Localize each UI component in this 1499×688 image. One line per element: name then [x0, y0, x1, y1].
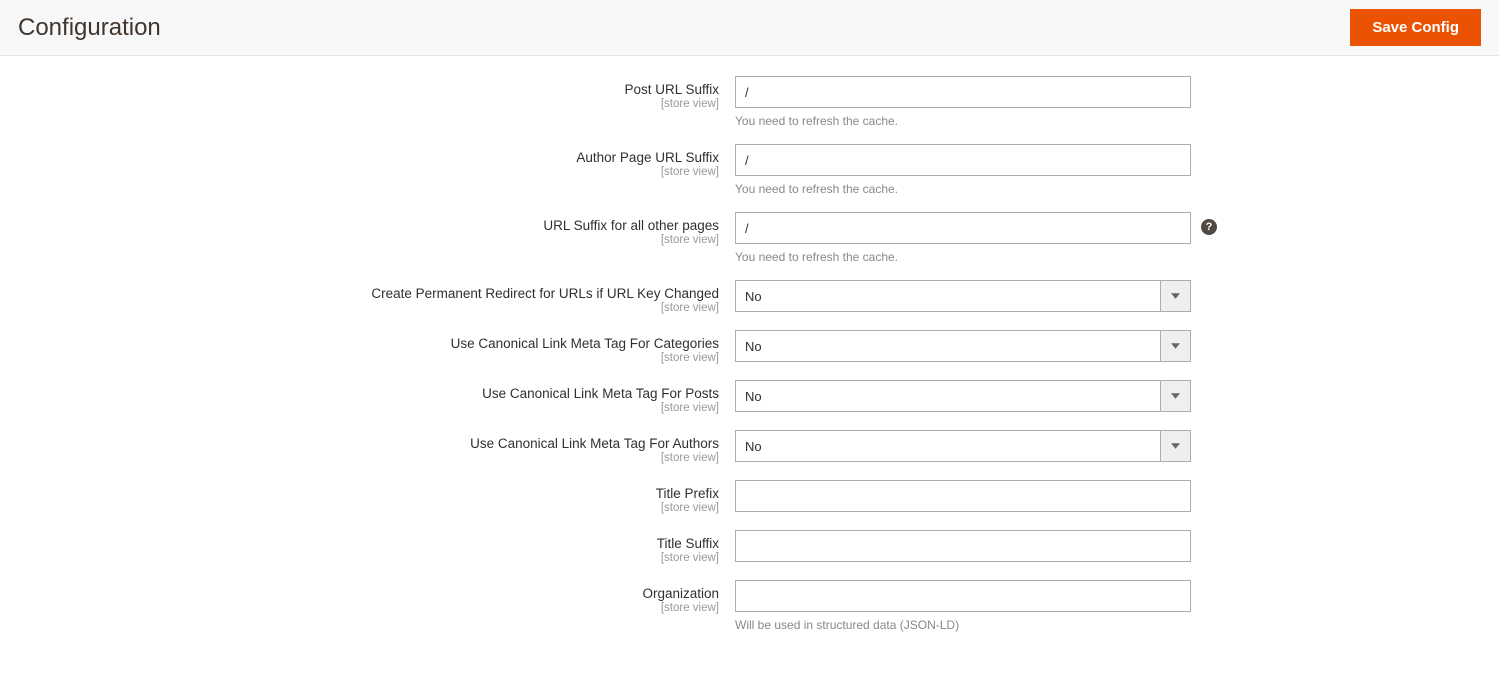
label-col: Use Canonical Link Meta Tag For Authors … — [0, 430, 735, 464]
permanent-redirect-select[interactable]: No — [735, 280, 1191, 312]
page-header: Configuration Save Config — [0, 0, 1499, 56]
field-note: You need to refresh the cache. — [735, 182, 1191, 196]
label-col: Title Prefix [store view] — [0, 480, 735, 514]
select-value: No — [736, 289, 1160, 304]
scope-label: [store view] — [0, 552, 719, 564]
field-label: Organization — [0, 586, 719, 601]
input-col: Will be used in structured data (JSON-LD… — [735, 580, 1191, 632]
field-label: Post URL Suffix — [0, 82, 719, 97]
field-label: Use Canonical Link Meta Tag For Posts — [0, 386, 719, 401]
field-author-page-url-suffix: Author Page URL Suffix [store view] You … — [0, 144, 1499, 196]
input-col: You need to refresh the cache. — [735, 212, 1191, 264]
field-post-url-suffix: Post URL Suffix [store view] You need to… — [0, 76, 1499, 128]
scope-label: [store view] — [0, 602, 719, 614]
input-col: You need to refresh the cache. — [735, 76, 1191, 128]
select-value: No — [736, 389, 1160, 404]
input-col: No — [735, 380, 1191, 412]
save-config-button[interactable]: Save Config — [1350, 9, 1481, 46]
label-col: Use Canonical Link Meta Tag For Posts [s… — [0, 380, 735, 414]
field-label: Author Page URL Suffix — [0, 150, 719, 165]
input-col — [735, 530, 1191, 562]
label-col: Create Permanent Redirect for URLs if UR… — [0, 280, 735, 314]
title-prefix-input[interactable] — [735, 480, 1191, 512]
canonical-posts-select[interactable]: No — [735, 380, 1191, 412]
config-form: Post URL Suffix [store view] You need to… — [0, 56, 1499, 688]
scope-label: [store view] — [0, 502, 719, 514]
field-title-suffix: Title Suffix [store view] — [0, 530, 1499, 564]
input-col — [735, 480, 1191, 512]
scope-label: [store view] — [0, 402, 719, 414]
field-canonical-posts: Use Canonical Link Meta Tag For Posts [s… — [0, 380, 1499, 414]
field-permanent-redirect: Create Permanent Redirect for URLs if UR… — [0, 280, 1499, 314]
field-note: You need to refresh the cache. — [735, 114, 1191, 128]
field-note: You need to refresh the cache. — [735, 250, 1191, 264]
field-note: Will be used in structured data (JSON-LD… — [735, 618, 1191, 632]
field-label: Use Canonical Link Meta Tag For Categori… — [0, 336, 719, 351]
input-col: You need to refresh the cache. — [735, 144, 1191, 196]
field-label: Create Permanent Redirect for URLs if UR… — [0, 286, 719, 301]
page-title: Configuration — [18, 14, 161, 42]
author-page-url-suffix-input[interactable] — [735, 144, 1191, 176]
chevron-down-icon — [1160, 381, 1190, 411]
canonical-categories-select[interactable]: No — [735, 330, 1191, 362]
post-url-suffix-input[interactable] — [735, 76, 1191, 108]
url-suffix-other-input[interactable] — [735, 212, 1191, 244]
scope-label: [store view] — [0, 98, 719, 110]
field-url-suffix-other-pages: URL Suffix for all other pages [store vi… — [0, 212, 1499, 264]
label-col: Title Suffix [store view] — [0, 530, 735, 564]
field-label: URL Suffix for all other pages — [0, 218, 719, 233]
field-label: Title Prefix — [0, 486, 719, 501]
field-canonical-authors: Use Canonical Link Meta Tag For Authors … — [0, 430, 1499, 464]
label-col: Post URL Suffix [store view] — [0, 76, 735, 110]
field-title-prefix: Title Prefix [store view] — [0, 480, 1499, 514]
scope-label: [store view] — [0, 234, 719, 246]
chevron-down-icon — [1160, 431, 1190, 461]
field-label: Use Canonical Link Meta Tag For Authors — [0, 436, 719, 451]
field-organization: Organization [store view] Will be used i… — [0, 580, 1499, 632]
select-value: No — [736, 439, 1160, 454]
chevron-down-icon — [1160, 281, 1190, 311]
scope-label: [store view] — [0, 352, 719, 364]
help-icon[interactable]: ? — [1201, 219, 1217, 235]
input-col: No — [735, 280, 1191, 312]
field-canonical-categories: Use Canonical Link Meta Tag For Categori… — [0, 330, 1499, 364]
label-col: Author Page URL Suffix [store view] — [0, 144, 735, 178]
field-label: Title Suffix — [0, 536, 719, 551]
label-col: URL Suffix for all other pages [store vi… — [0, 212, 735, 246]
scope-label: [store view] — [0, 166, 719, 178]
scope-label: [store view] — [0, 452, 719, 464]
input-col: No — [735, 430, 1191, 462]
input-col: No — [735, 330, 1191, 362]
canonical-authors-select[interactable]: No — [735, 430, 1191, 462]
select-value: No — [736, 339, 1160, 354]
title-suffix-input[interactable] — [735, 530, 1191, 562]
help-col: ? — [1191, 212, 1217, 235]
label-col: Organization [store view] — [0, 580, 735, 614]
scope-label: [store view] — [0, 302, 719, 314]
chevron-down-icon — [1160, 331, 1190, 361]
organization-input[interactable] — [735, 580, 1191, 612]
label-col: Use Canonical Link Meta Tag For Categori… — [0, 330, 735, 364]
